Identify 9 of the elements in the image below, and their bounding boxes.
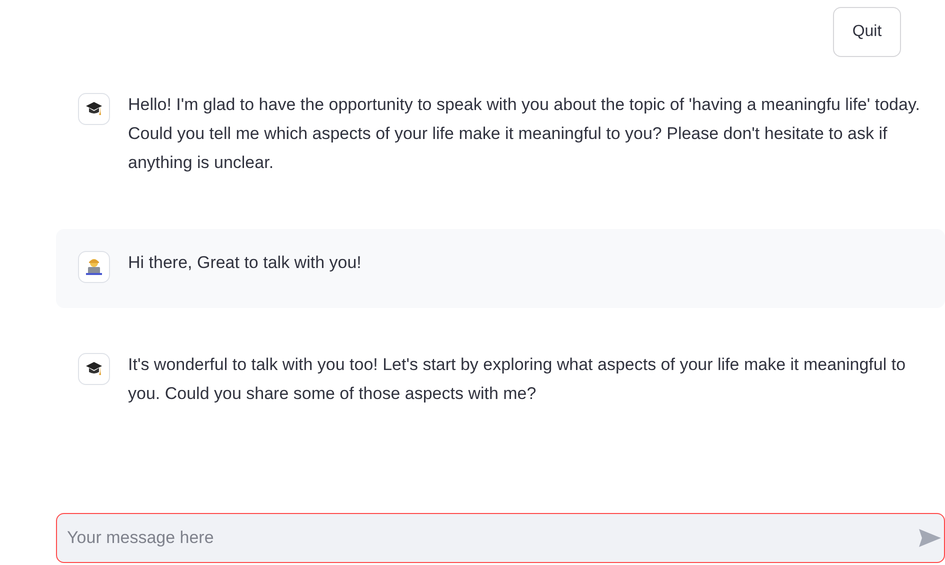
chat-input[interactable]: Your message here	[56, 513, 945, 563]
message-text: It's wonderful to talk with you too! Let's start by exploring what aspects of your life make it meaningful to you. Could you share some of those aspects with me?	[128, 354, 907, 405]
graduation-cap-icon	[85, 101, 103, 117]
send-icon[interactable]	[919, 529, 941, 547]
graduation-cap-icon	[85, 361, 103, 377]
message-text: Hello! I'm glad to have the opportunity to speak with you about the topic of 'having a meaningfu life' today. Could you tell me which aspects of your life make it meaningful to you? Please don't hesitate to ask if anything is unclear.	[128, 94, 921, 174]
message-text: Hi there, Great to talk with you!	[128, 252, 362, 274]
person-laptop-icon	[85, 258, 103, 276]
quit-button[interactable]: Quit	[833, 7, 901, 57]
